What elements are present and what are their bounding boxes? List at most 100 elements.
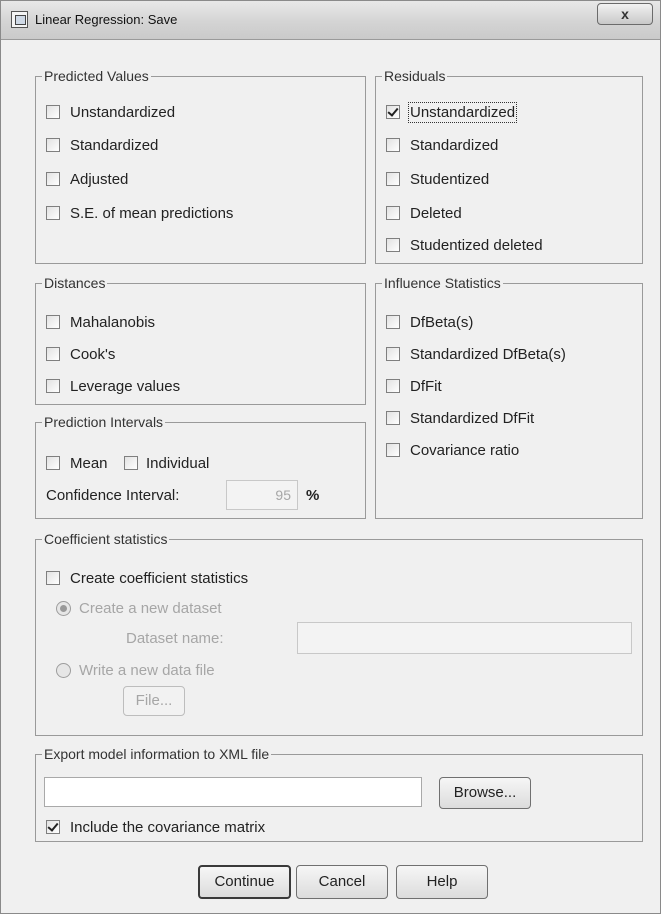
checkbox-label: Standardized DfFit — [410, 409, 535, 427]
interval-individual-checkbox[interactable]: Individual — [124, 453, 209, 473]
predicted-adjusted-checkbox[interactable]: Adjusted — [46, 169, 128, 189]
checkbox-box[interactable] — [46, 571, 60, 585]
checkbox-box[interactable] — [124, 456, 138, 470]
checkbox-box[interactable] — [386, 206, 400, 220]
distances-legend: Distances — [42, 275, 108, 291]
checkbox-label: Mahalanobis — [70, 313, 156, 331]
checkbox-label: Covariance ratio — [410, 441, 520, 459]
app-icon — [11, 11, 28, 28]
checkbox-label: Cook's — [70, 345, 116, 363]
checkbox-label: Individual — [146, 454, 210, 472]
prediction-intervals-group: Prediction Intervals Mean Individual Con… — [35, 414, 366, 519]
radio-label: Create a new dataset — [79, 599, 222, 617]
create-coefficient-checkbox[interactable]: Create coefficient statistics — [46, 568, 248, 588]
save-dialog: Linear Regression: Save x Predicted Valu… — [0, 0, 661, 914]
predicted-values-legend: Predicted Values — [42, 68, 151, 84]
residuals-standardized-checkbox[interactable]: Standardized — [386, 135, 498, 155]
predicted-standardized-checkbox[interactable]: Standardized — [46, 135, 158, 155]
predicted-se-checkbox[interactable]: S.E. of mean predictions — [46, 203, 233, 223]
residuals-studentized-checkbox[interactable]: Studentized — [386, 169, 489, 189]
checkbox-box[interactable] — [46, 347, 60, 361]
checkbox-label: Adjusted — [70, 170, 129, 188]
checkbox-box[interactable] — [46, 138, 60, 152]
checkbox-box[interactable] — [46, 172, 60, 186]
write-new-file-radio[interactable]: Write a new data file — [56, 660, 215, 680]
continue-button[interactable]: Continue — [198, 865, 291, 899]
checkbox-box[interactable] — [386, 238, 400, 252]
influence-statistics-group: Influence Statistics DfBeta(s) Standardi… — [375, 275, 643, 519]
checkbox-box[interactable] — [46, 315, 60, 329]
file-button[interactable]: File... — [123, 686, 185, 716]
checkbox-label: Studentized deleted — [410, 236, 543, 254]
checkbox-box[interactable] — [386, 411, 400, 425]
residuals-unstandardized-checkbox[interactable]: Unstandardized — [386, 101, 518, 123]
checkbox-box[interactable] — [46, 206, 60, 220]
checkbox-label: Standardized DfBeta(s) — [410, 345, 566, 363]
checkbox-box[interactable] — [386, 105, 400, 119]
radio-button[interactable] — [56, 662, 71, 678]
confidence-interval-input[interactable]: 95 — [226, 480, 298, 510]
checkbox-box[interactable] — [46, 456, 60, 470]
xml-file-input[interactable] — [44, 777, 422, 807]
influence-statistics-legend: Influence Statistics — [382, 275, 503, 291]
residuals-deleted-checkbox[interactable]: Deleted — [386, 203, 462, 223]
checkbox-label: Deleted — [410, 204, 462, 222]
checkbox-box[interactable] — [46, 105, 60, 119]
influence-covariance-ratio-checkbox[interactable]: Covariance ratio — [386, 440, 519, 460]
checkbox-box[interactable] — [386, 443, 400, 457]
distances-cooks-checkbox[interactable]: Cook's — [46, 344, 115, 364]
checkbox-label: Include the covariance matrix — [70, 818, 266, 836]
influence-dfbeta-checkbox[interactable]: DfBeta(s) — [386, 312, 473, 332]
checkbox-label: Unstandardized — [70, 103, 176, 121]
browse-button[interactable]: Browse... — [439, 777, 531, 809]
checkbox-label: DfBeta(s) — [410, 313, 474, 331]
checkbox-label: S.E. of mean predictions — [70, 204, 234, 222]
influence-dffit-checkbox[interactable]: DfFit — [386, 376, 442, 396]
confidence-interval-label: Confidence Interval: — [46, 486, 180, 504]
window-title: Linear Regression: Save — [35, 12, 178, 27]
confidence-interval-value: 95 — [275, 487, 291, 503]
radio-label: Write a new data file — [79, 661, 215, 679]
export-xml-group: Export model information to XML file Bro… — [35, 746, 643, 842]
checkbox-box[interactable] — [386, 172, 400, 186]
checkbox-box[interactable] — [46, 379, 60, 393]
close-icon: x — [621, 6, 629, 22]
distances-group: Distances Mahalanobis Cook's Leverage va… — [35, 275, 366, 405]
distances-leverage-checkbox[interactable]: Leverage values — [46, 376, 180, 396]
checkbox-label: Leverage values — [70, 377, 181, 395]
checkbox-box[interactable] — [386, 138, 400, 152]
coefficient-statistics-group: Coefficient statistics Create coefficien… — [35, 531, 643, 736]
checkbox-box[interactable] — [386, 315, 400, 329]
checkbox-box[interactable] — [46, 820, 60, 834]
checkbox-box[interactable] — [386, 347, 400, 361]
checkbox-label: Mean — [70, 454, 108, 472]
checkbox-label: Create coefficient statistics — [70, 569, 249, 587]
help-button[interactable]: Help — [396, 865, 488, 899]
influence-std-dfbeta-checkbox[interactable]: Standardized DfBeta(s) — [386, 344, 566, 364]
coefficient-statistics-legend: Coefficient statistics — [42, 531, 170, 547]
cancel-button[interactable]: Cancel — [296, 865, 388, 899]
checkbox-label: Studentized — [410, 170, 490, 188]
residuals-studentized-deleted-checkbox[interactable]: Studentized deleted — [386, 235, 543, 255]
predicted-unstandardized-checkbox[interactable]: Unstandardized — [46, 102, 175, 122]
checkbox-box[interactable] — [386, 379, 400, 393]
title-bar[interactable]: Linear Regression: Save x — [1, 1, 660, 40]
checkbox-label: DfFit — [410, 377, 442, 395]
distances-mahalanobis-checkbox[interactable]: Mahalanobis — [46, 312, 155, 332]
close-button[interactable]: x — [597, 3, 653, 25]
interval-mean-checkbox[interactable]: Mean — [46, 453, 108, 473]
checkbox-label: Standardized — [70, 136, 159, 154]
create-new-dataset-radio[interactable]: Create a new dataset — [56, 598, 222, 618]
predicted-values-group: Predicted Values Unstandardized Standard… — [35, 68, 366, 264]
residuals-group: Residuals Unstandardized Standardized St… — [375, 68, 643, 264]
dataset-name-label: Dataset name: — [126, 629, 224, 647]
influence-std-dffit-checkbox[interactable]: Standardized DfFit — [386, 408, 534, 428]
prediction-intervals-legend: Prediction Intervals — [42, 414, 166, 430]
include-covariance-checkbox[interactable]: Include the covariance matrix — [46, 817, 265, 837]
percent-label: % — [306, 486, 320, 504]
checkbox-label: Standardized — [410, 136, 499, 154]
dataset-name-input[interactable] — [297, 622, 632, 654]
export-xml-legend: Export model information to XML file — [42, 746, 272, 762]
radio-button[interactable] — [56, 600, 71, 616]
residuals-legend: Residuals — [382, 68, 448, 84]
